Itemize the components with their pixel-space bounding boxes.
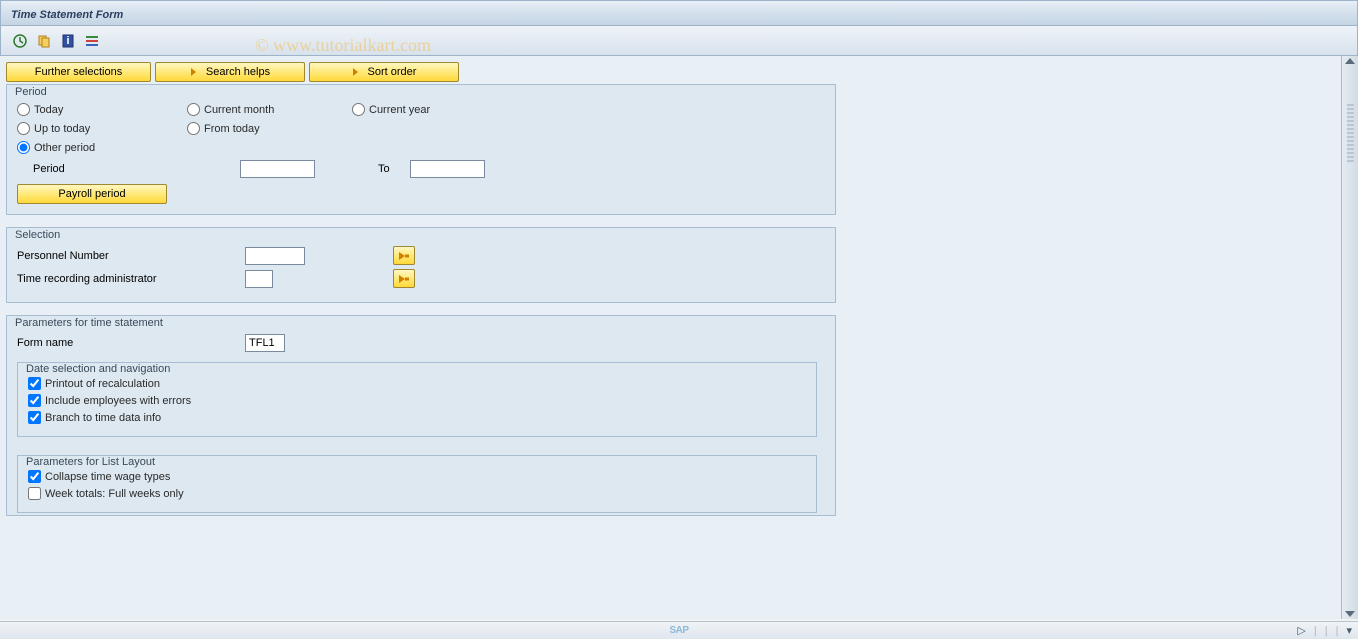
period-to-input[interactable] <box>410 160 485 178</box>
check-include-errors[interactable]: Include employees with errors <box>28 394 806 407</box>
date-nav-title: Date selection and navigation <box>24 363 172 375</box>
scroll-up-icon[interactable] <box>1345 58 1355 64</box>
parameters-group: Parameters for time statement Form name … <box>6 315 836 516</box>
time-admin-input[interactable] <box>245 270 273 288</box>
radio-up-to-today-input[interactable] <box>17 122 30 135</box>
check-printout[interactable]: Printout of recalculation <box>28 377 806 390</box>
radio-up-to-today[interactable]: Up to today <box>17 122 187 135</box>
toolbar: i <box>0 26 1358 56</box>
list-layout-group: Parameters for List Layout Collapse time… <box>17 455 817 513</box>
scroll-down-icon[interactable] <box>1345 611 1355 617</box>
time-admin-label: Time recording administrator <box>17 273 237 285</box>
scrollbar[interactable] <box>1341 56 1358 619</box>
page-title: Time Statement Form <box>11 9 123 21</box>
period-from-input[interactable] <box>240 160 315 178</box>
svg-text:i: i <box>66 35 69 47</box>
period-group: Period Today Up to today Other period <box>6 84 836 215</box>
radio-current-year-input[interactable] <box>352 103 365 116</box>
variant-icon[interactable] <box>35 32 53 50</box>
parameters-group-title: Parameters for time statement <box>13 317 165 329</box>
list-icon[interactable] <box>83 32 101 50</box>
sap-logo: SAP <box>669 625 688 636</box>
check-collapse-input[interactable] <box>28 470 41 483</box>
period-group-title: Period <box>13 86 49 98</box>
status-nav-icon[interactable]: ▷ <box>1297 624 1305 637</box>
selection-group: Selection Personnel Number Time recordin… <box>6 227 836 303</box>
personnel-number-multi-button[interactable] <box>393 246 415 265</box>
search-helps-button[interactable]: Search helps <box>155 62 305 82</box>
period-label: Period <box>17 163 232 175</box>
status-menu-icon[interactable]: ▾ <box>1346 624 1352 637</box>
button-row: Further selections Search helps Sort ord… <box>6 62 1335 82</box>
execute-icon[interactable] <box>11 32 29 50</box>
check-printout-input[interactable] <box>28 377 41 390</box>
payroll-period-button[interactable]: Payroll period <box>17 184 167 204</box>
check-collapse[interactable]: Collapse time wage types <box>28 470 806 483</box>
check-week-totals[interactable]: Week totals: Full weeks only <box>28 487 806 500</box>
arrow-right-icon <box>398 274 410 284</box>
personnel-number-label: Personnel Number <box>17 250 237 262</box>
info-icon[interactable]: i <box>59 32 77 50</box>
radio-other-period-input[interactable] <box>17 141 30 154</box>
further-selections-button[interactable]: Further selections <box>6 62 151 82</box>
sort-order-button[interactable]: Sort order <box>309 62 459 82</box>
scroll-texture <box>1347 104 1354 164</box>
status-bar: SAP ▷ | | | ▾ <box>0 621 1358 639</box>
radio-today[interactable]: Today <box>17 103 187 116</box>
radio-today-input[interactable] <box>17 103 30 116</box>
arrow-right-icon <box>398 251 410 261</box>
selection-group-title: Selection <box>13 229 62 241</box>
content-area: Further selections Search helps Sort ord… <box>0 56 1358 619</box>
radio-from-today-input[interactable] <box>187 122 200 135</box>
arrow-right-icon <box>190 67 200 77</box>
check-branch-input[interactable] <box>28 411 41 424</box>
radio-other-period[interactable]: Other period <box>17 141 187 154</box>
radio-from-today[interactable]: From today <box>187 122 352 135</box>
check-week-totals-input[interactable] <box>28 487 41 500</box>
main-panel: Further selections Search helps Sort ord… <box>0 56 1341 619</box>
title-bar: Time Statement Form <box>0 0 1358 26</box>
personnel-number-input[interactable] <box>245 247 305 265</box>
radio-current-month[interactable]: Current month <box>187 103 352 116</box>
time-admin-multi-button[interactable] <box>393 269 415 288</box>
form-name-input[interactable] <box>245 334 285 352</box>
check-include-errors-input[interactable] <box>28 394 41 407</box>
arrow-right-icon <box>352 67 362 77</box>
list-layout-title: Parameters for List Layout <box>24 456 157 468</box>
radio-current-month-input[interactable] <box>187 103 200 116</box>
to-label: To <box>378 163 390 175</box>
form-name-label: Form name <box>17 337 237 349</box>
radio-current-year[interactable]: Current year <box>352 103 502 116</box>
check-branch[interactable]: Branch to time data info <box>28 411 806 424</box>
date-nav-group: Date selection and navigation Printout o… <box>17 362 817 437</box>
